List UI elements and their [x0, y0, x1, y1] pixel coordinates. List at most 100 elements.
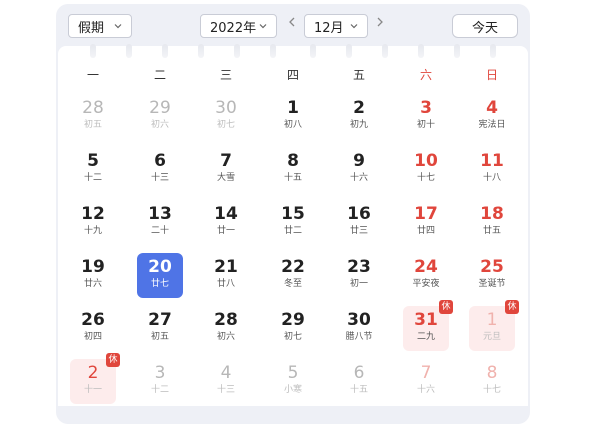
- day-cell[interactable]: 14 廿一: [203, 200, 249, 245]
- rest-day-badge: 休: [439, 300, 453, 314]
- day-cell[interactable]: 2 初九: [336, 94, 382, 139]
- day-cell[interactable]: 2 十一休: [70, 353, 120, 404]
- chevron-down-icon: [347, 19, 361, 33]
- day-cell[interactable]: 16 廿三: [336, 200, 382, 245]
- day-number: 4: [486, 98, 498, 118]
- day-cell[interactable]: 9 十六: [336, 147, 382, 192]
- lunar-label: 十九: [83, 226, 102, 236]
- holiday-select[interactable]: 假期: [68, 14, 132, 38]
- day-cell[interactable]: 4 十三: [203, 359, 249, 404]
- day-number: 30: [347, 310, 371, 330]
- day-cell[interactable]: 22 冬至: [270, 253, 316, 298]
- lunar-label: 初十: [416, 120, 435, 130]
- day-cell[interactable]: 1 初八: [270, 94, 316, 139]
- day-cell[interactable]: 23 初一: [336, 253, 382, 298]
- next-month-button[interactable]: [373, 14, 387, 30]
- lunar-label: 十三: [216, 385, 235, 395]
- binder-ring: [90, 44, 96, 58]
- day-number: 12: [81, 204, 105, 224]
- day-cell[interactable]: 6 十五: [336, 359, 382, 404]
- binder-ring: [382, 44, 388, 58]
- day-cell[interactable]: 3 十二: [137, 359, 183, 404]
- weekday-thu: 四: [286, 68, 299, 82]
- day-cell[interactable]: 19 廿六: [70, 253, 116, 298]
- binder-ring: [162, 44, 168, 58]
- lunar-label: 初六: [150, 120, 169, 130]
- day-number: 22: [281, 257, 305, 277]
- day-cell[interactable]: 21 廿八: [203, 253, 249, 298]
- lunar-label: 十三: [150, 173, 169, 183]
- day-number: 28: [82, 98, 104, 118]
- lunar-label: 十二: [83, 173, 102, 183]
- lunar-label: 初一: [349, 279, 368, 289]
- day-cell[interactable]: 24 平安夜: [403, 253, 449, 298]
- day-cell[interactable]: 30 腊八节: [336, 306, 382, 351]
- rest-day-badge: 休: [106, 353, 120, 367]
- prev-month-button[interactable]: [285, 14, 299, 30]
- day-number: 13: [148, 204, 172, 224]
- day-number: 27: [148, 310, 172, 330]
- day-cell[interactable]: 3 初十: [403, 94, 449, 139]
- lunar-label: 平安夜: [412, 279, 440, 289]
- year-select-value: 2022年: [210, 20, 257, 36]
- today-button-label: 今天: [471, 20, 498, 36]
- day-number: 4: [220, 363, 232, 383]
- day-cell[interactable]: 8 十五: [270, 147, 316, 192]
- day-cell[interactable]: 11 十八: [469, 147, 515, 192]
- day-cell[interactable]: 15 廿二: [270, 200, 316, 245]
- day-number: 3: [154, 363, 166, 383]
- day-cell[interactable]: 5 小寒: [270, 359, 316, 404]
- day-number: 6: [154, 151, 166, 171]
- day-cell[interactable]: 7 十六: [403, 359, 449, 404]
- lunar-label: 小寒: [283, 385, 302, 395]
- day-number: 5: [87, 151, 99, 171]
- day-cell[interactable]: 5 十二: [70, 147, 116, 192]
- lunar-label: 十六: [416, 385, 435, 395]
- lunar-label: 初七: [216, 120, 235, 130]
- day-cell[interactable]: 10 十七: [403, 147, 449, 192]
- weekday-sun: 日: [485, 68, 498, 82]
- day-cell[interactable]: 17 廿四: [403, 200, 449, 245]
- lunar-label: 二十: [150, 226, 169, 236]
- day-cell[interactable]: 4 宪法日: [469, 94, 515, 139]
- binder-ring: [126, 44, 132, 58]
- day-cell[interactable]: 29 初七: [270, 306, 316, 351]
- day-cell[interactable]: 25 圣诞节: [469, 253, 515, 298]
- day-number: 7: [220, 151, 232, 171]
- day-cell[interactable]: 28 初六: [203, 306, 249, 351]
- day-cell[interactable]: 30 初七: [203, 94, 249, 139]
- day-cell[interactable]: 8 十七: [469, 359, 515, 404]
- binder-rings: [0, 44, 600, 60]
- lunar-label: 十五: [283, 173, 302, 183]
- day-number: 17: [414, 204, 438, 224]
- day-cell[interactable]: 7 大雪: [203, 147, 249, 192]
- lunar-label: 廿三: [349, 226, 368, 236]
- day-cell-selected[interactable]: 20 廿七: [137, 253, 183, 298]
- day-cell[interactable]: 1 元旦休: [469, 300, 519, 351]
- day-cell[interactable]: 29 初六: [137, 94, 183, 139]
- year-select[interactable]: 2022年: [200, 14, 277, 38]
- lunar-label: 廿二: [283, 226, 302, 236]
- day-number: 7: [420, 363, 432, 383]
- day-cell[interactable]: 12 十九: [70, 200, 116, 245]
- lunar-label: 廿五: [482, 226, 501, 236]
- day-number: 10: [414, 151, 438, 171]
- today-button[interactable]: 今天: [452, 14, 518, 38]
- binder-ring: [270, 44, 276, 58]
- lunar-label: 十七: [482, 385, 501, 395]
- lunar-label: 十六: [349, 173, 368, 183]
- day-cell[interactable]: 18 廿五: [469, 200, 515, 245]
- month-select[interactable]: 12月: [304, 14, 368, 38]
- day-number: 29: [149, 98, 171, 118]
- day-cell[interactable]: 6 十三: [137, 147, 183, 192]
- lunar-label: 冬至: [283, 279, 302, 289]
- day-number: 11: [480, 151, 504, 171]
- binder-ring: [490, 44, 496, 58]
- day-cell[interactable]: 26 初四: [70, 306, 116, 351]
- lunar-label: 元旦: [482, 332, 501, 342]
- day-cell[interactable]: 27 初五: [137, 306, 183, 351]
- lunar-label: 廿七: [150, 279, 169, 289]
- day-cell[interactable]: 31 二九休: [403, 300, 453, 351]
- day-cell[interactable]: 13 二十: [137, 200, 183, 245]
- day-cell[interactable]: 28 初五: [70, 94, 116, 139]
